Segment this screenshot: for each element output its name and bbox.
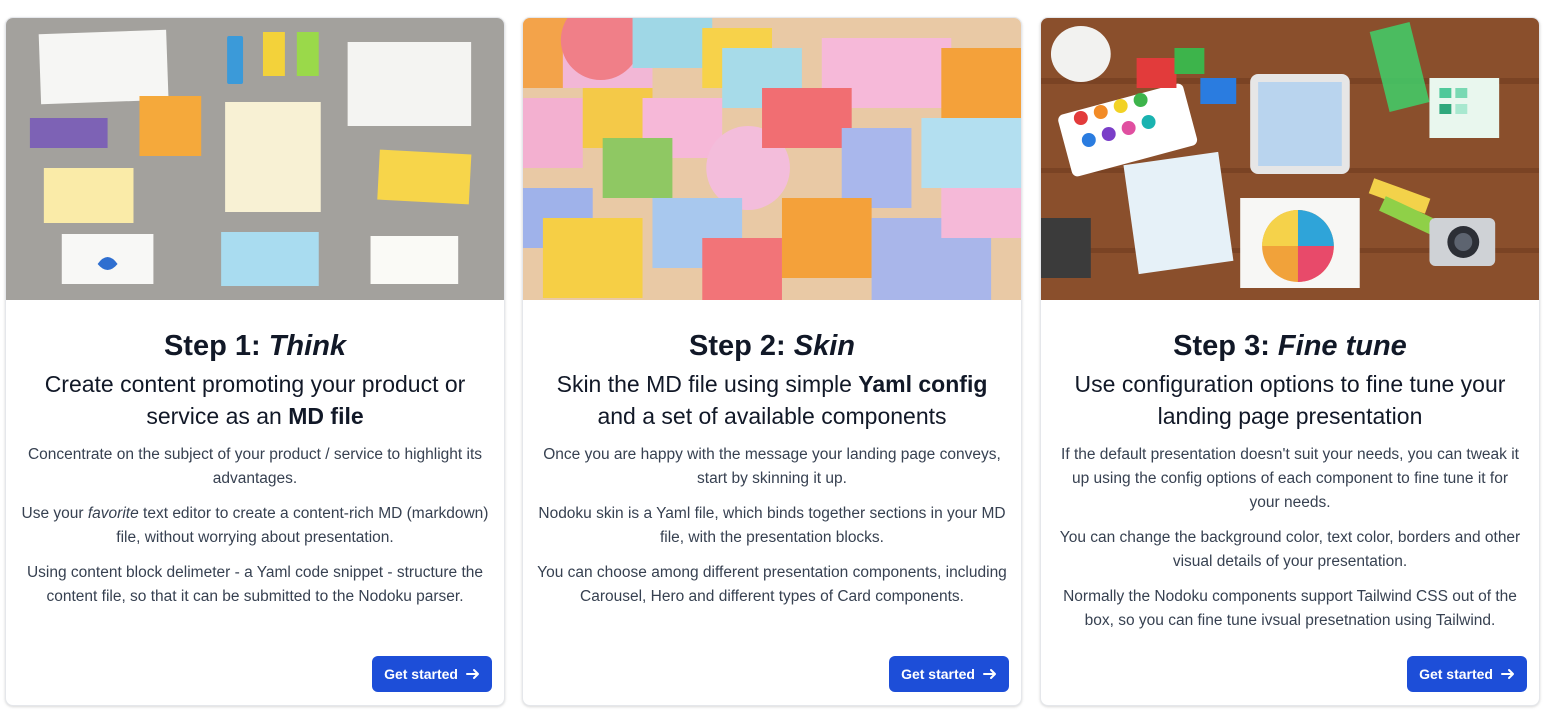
card-subtitle: Skin the MD file using simple Yaml confi…	[537, 368, 1007, 432]
design-desk-image	[1041, 18, 1539, 300]
card-paragraph-3: Using content block delimeter - a Yaml c…	[26, 564, 484, 605]
title-prefix: Step 3:	[1173, 330, 1278, 362]
card-paragraph-1: Concentrate on the subject of your produ…	[27, 446, 483, 487]
card-paragraph-3: You can choose among different presentat…	[537, 564, 1007, 605]
button-label: Get started	[1419, 666, 1493, 682]
card-paragraph-3: Normally the Nodoku components support T…	[1063, 588, 1517, 629]
get-started-button[interactable]: Get started	[889, 656, 1009, 692]
subtitle-text: Use configuration options to fine tune y…	[1074, 371, 1506, 429]
paragraph-italic: favorite	[87, 505, 139, 522]
card-title: Step 1: Think	[20, 328, 490, 364]
card-body: Step 2: Skin Skin the MD file using simp…	[523, 328, 1021, 609]
card-paragraph-2: You can change the background color, tex…	[1055, 526, 1525, 574]
button-label: Get started	[384, 666, 458, 682]
subtitle-bold: MD file	[288, 403, 364, 429]
card-subtitle: Create content promoting your product or…	[20, 368, 490, 432]
card-title: Step 2: Skin	[537, 328, 1007, 364]
title-emphasis: Think	[268, 330, 347, 362]
get-started-button[interactable]: Get started	[1407, 656, 1527, 692]
subtitle-bold: Yaml config	[858, 371, 988, 397]
card-paragraph-2: Use your favorite text editor to create …	[20, 502, 490, 550]
card-step-1: Step 1: Think Create content promoting y…	[5, 17, 505, 706]
card-paragraph-2: Nodoku skin is a Yaml file, which binds …	[537, 502, 1007, 550]
sticky-notes-image	[6, 18, 504, 300]
title-prefix: Step 2:	[689, 330, 794, 362]
get-started-button[interactable]: Get started	[372, 656, 492, 692]
subtitle-text: Create content promoting your product or…	[44, 371, 466, 429]
card-paragraph-1: Once you are happy with the message your…	[543, 446, 1001, 487]
paragraph-text: You can change the background color, tex…	[1059, 529, 1521, 570]
paragraph-text: Nodoku skin is a Yaml file, which binds …	[538, 505, 1006, 546]
title-emphasis: Fine tune	[1277, 330, 1407, 362]
cards-section: Step 1: Think Create content promoting y…	[0, 0, 1548, 722]
title-emphasis: Skin	[793, 330, 855, 362]
paragraph-text: Use your	[21, 505, 88, 522]
subtitle-text: Skin the MD file using simple	[556, 371, 859, 397]
card-title: Step 3: Fine tune	[1055, 328, 1525, 364]
button-label: Get started	[901, 666, 975, 682]
card-body: Step 3: Fine tune Use configuration opti…	[1041, 328, 1539, 633]
paragraph-text-end: text editor to create a content-rich MD …	[116, 505, 489, 546]
card-paragraph-1: If the default presentation doesn't suit…	[1061, 446, 1519, 511]
card-subtitle: Use configuration options to fine tune y…	[1055, 368, 1525, 432]
arrow-right-icon	[983, 667, 997, 681]
card-body: Step 1: Think Create content promoting y…	[6, 328, 504, 609]
colored-blocks-image	[523, 18, 1021, 300]
title-prefix: Step 1:	[163, 330, 269, 362]
card-step-2: Step 2: Skin Skin the MD file using simp…	[522, 17, 1022, 706]
arrow-right-icon	[1501, 667, 1515, 681]
arrow-right-icon	[466, 667, 480, 681]
card-step-3: Step 3: Fine tune Use configuration opti…	[1040, 17, 1540, 706]
subtitle-text-end: and a set of available components	[597, 403, 947, 429]
